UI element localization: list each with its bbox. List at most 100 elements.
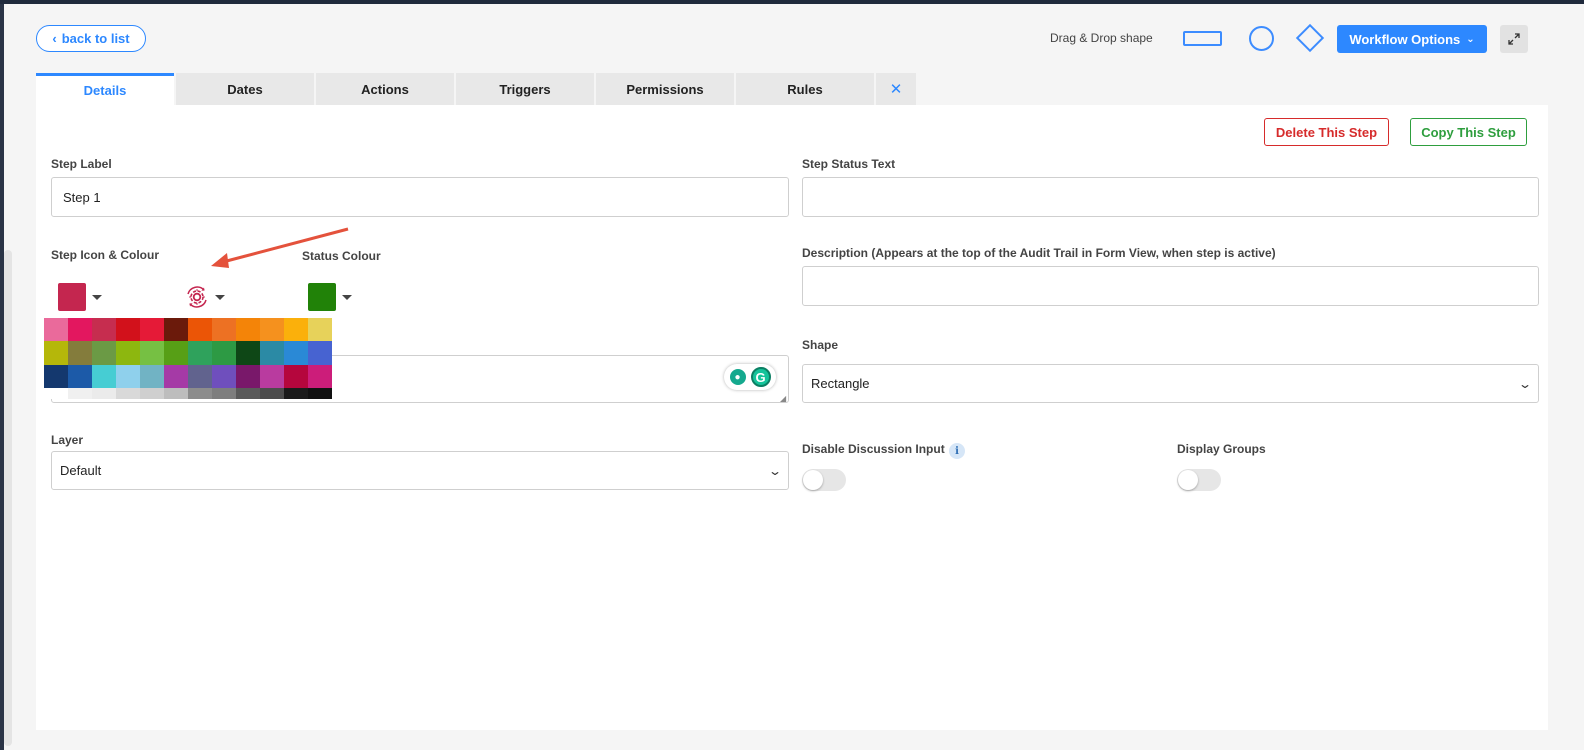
disable-discussion-input-label: Disable Discussion Input	[802, 442, 945, 456]
back-to-list-label: back to list	[61, 31, 130, 46]
palette-swatch[interactable]	[212, 318, 236, 342]
palette-swatch[interactable]	[164, 341, 188, 365]
palette-swatch[interactable]	[308, 318, 332, 342]
palette-swatch[interactable]	[212, 388, 236, 400]
palette-swatch[interactable]	[68, 341, 92, 365]
caret-down-icon	[92, 294, 102, 300]
palette-swatch[interactable]	[164, 364, 188, 389]
palette-swatch[interactable]	[236, 318, 260, 342]
palette-swatch[interactable]	[44, 388, 68, 400]
tab-rules[interactable]: Rules	[736, 73, 874, 105]
drag-drop-shape-label: Drag & Drop shape	[1050, 31, 1153, 45]
palette-swatch[interactable]	[68, 364, 92, 389]
palette-swatch[interactable]	[188, 341, 212, 365]
palette-swatch[interactable]	[140, 318, 164, 342]
step-status-text-input[interactable]	[802, 177, 1539, 217]
chevron-left-icon: ‹	[52, 31, 57, 46]
palette-swatch[interactable]	[140, 388, 164, 400]
palette-swatch[interactable]	[212, 341, 236, 365]
palette-swatch[interactable]	[116, 364, 140, 389]
rectangle-shape-icon[interactable]	[1183, 31, 1222, 46]
chevron-down-icon: ⌄	[1517, 376, 1533, 391]
palette-swatch[interactable]	[92, 318, 116, 342]
palette-swatch[interactable]	[260, 341, 284, 365]
description-label: Description (Appears at the top of the A…	[802, 246, 1276, 260]
chevron-down-icon: ⌄	[1466, 33, 1475, 45]
lightbulb-icon: ●	[729, 369, 746, 385]
palette-swatch[interactable]	[212, 364, 236, 389]
palette-swatch[interactable]	[44, 318, 68, 342]
palette-swatch[interactable]	[140, 341, 164, 365]
palette-swatch[interactable]	[284, 364, 308, 389]
palette-swatch[interactable]	[188, 364, 212, 389]
close-tab-icon[interactable]: ✕	[876, 73, 916, 105]
resize-handle-icon[interactable]: ◢	[780, 394, 786, 403]
cog-refresh-icon	[187, 286, 207, 308]
palette-swatch[interactable]	[308, 364, 332, 389]
delete-step-button[interactable]: Delete This Step	[1264, 118, 1389, 146]
step-status-text-label: Step Status Text	[802, 157, 896, 171]
palette-swatch[interactable]	[164, 318, 188, 342]
caret-down-icon	[342, 294, 352, 300]
palette-swatch[interactable]	[260, 364, 284, 389]
palette-swatch[interactable]	[284, 388, 308, 400]
status-colour-swatch	[308, 283, 336, 311]
palette-swatch[interactable]	[164, 388, 188, 400]
palette-swatch[interactable]	[140, 364, 164, 389]
shape-select[interactable]: Rectangle ⌄	[802, 364, 1539, 403]
palette-swatch[interactable]	[92, 364, 116, 389]
step-label-input[interactable]: Step 1	[51, 177, 789, 217]
expand-icon	[1508, 33, 1520, 45]
tab-dates[interactable]: Dates	[176, 73, 314, 105]
palette-swatch[interactable]	[68, 318, 92, 342]
workflow-options-button[interactable]: Workflow Options ⌄	[1337, 25, 1487, 53]
layer-select[interactable]: Default ⌄	[51, 451, 789, 490]
shape-select-value: Rectangle	[811, 376, 870, 391]
shape-label: Shape	[802, 338, 839, 352]
info-icon[interactable]: i	[949, 443, 965, 459]
step-colour-picker[interactable]	[58, 283, 102, 311]
palette-swatch[interactable]	[92, 388, 116, 400]
display-groups-toggle[interactable]	[1177, 469, 1221, 491]
left-scrollbar[interactable]	[4, 250, 12, 746]
palette-swatch[interactable]	[308, 388, 332, 400]
layer-select-value: Default	[60, 463, 102, 478]
colour-palette-dropdown	[44, 318, 332, 400]
tab-triggers[interactable]: Triggers	[456, 73, 594, 105]
step-icon-picker[interactable]	[185, 285, 225, 309]
palette-swatch[interactable]	[44, 364, 68, 389]
palette-swatch[interactable]	[92, 341, 116, 365]
tab-details[interactable]: Details	[36, 73, 174, 105]
palette-swatch[interactable]	[260, 318, 284, 342]
copy-step-button[interactable]: Copy This Step	[1410, 118, 1527, 146]
palette-swatch[interactable]	[116, 318, 140, 342]
palette-swatch[interactable]	[236, 341, 260, 365]
circle-shape-icon[interactable]	[1249, 26, 1274, 51]
palette-swatch[interactable]	[44, 341, 68, 365]
disable-discussion-input-toggle[interactable]	[802, 469, 846, 491]
grammarly-logo-icon: G	[750, 367, 771, 387]
palette-swatch[interactable]	[260, 388, 284, 400]
description-input[interactable]	[802, 266, 1539, 306]
workflow-options-label: Workflow Options	[1349, 31, 1461, 47]
grammarly-widget[interactable]: ● G	[724, 364, 776, 390]
step-label-label: Step Label	[51, 157, 112, 171]
palette-swatch[interactable]	[284, 318, 308, 342]
back-to-list-button[interactable]: ‹ back to list	[36, 25, 146, 52]
tab-actions[interactable]: Actions	[316, 73, 454, 105]
caret-down-icon	[215, 294, 225, 300]
step-icon-colour-label: Step Icon & Colour	[51, 248, 159, 262]
expand-button[interactable]	[1500, 25, 1528, 53]
status-colour-picker[interactable]	[308, 283, 352, 311]
palette-swatch[interactable]	[236, 364, 260, 389]
palette-swatch[interactable]	[116, 388, 140, 400]
palette-swatch[interactable]	[116, 341, 140, 365]
palette-swatch[interactable]	[236, 388, 260, 400]
tab-permissions[interactable]: Permissions	[596, 73, 734, 105]
palette-swatch[interactable]	[188, 318, 212, 342]
layer-label: Layer	[51, 433, 84, 447]
palette-swatch[interactable]	[188, 388, 212, 400]
palette-swatch[interactable]	[308, 341, 332, 365]
palette-swatch[interactable]	[284, 341, 308, 365]
palette-swatch[interactable]	[68, 388, 92, 400]
